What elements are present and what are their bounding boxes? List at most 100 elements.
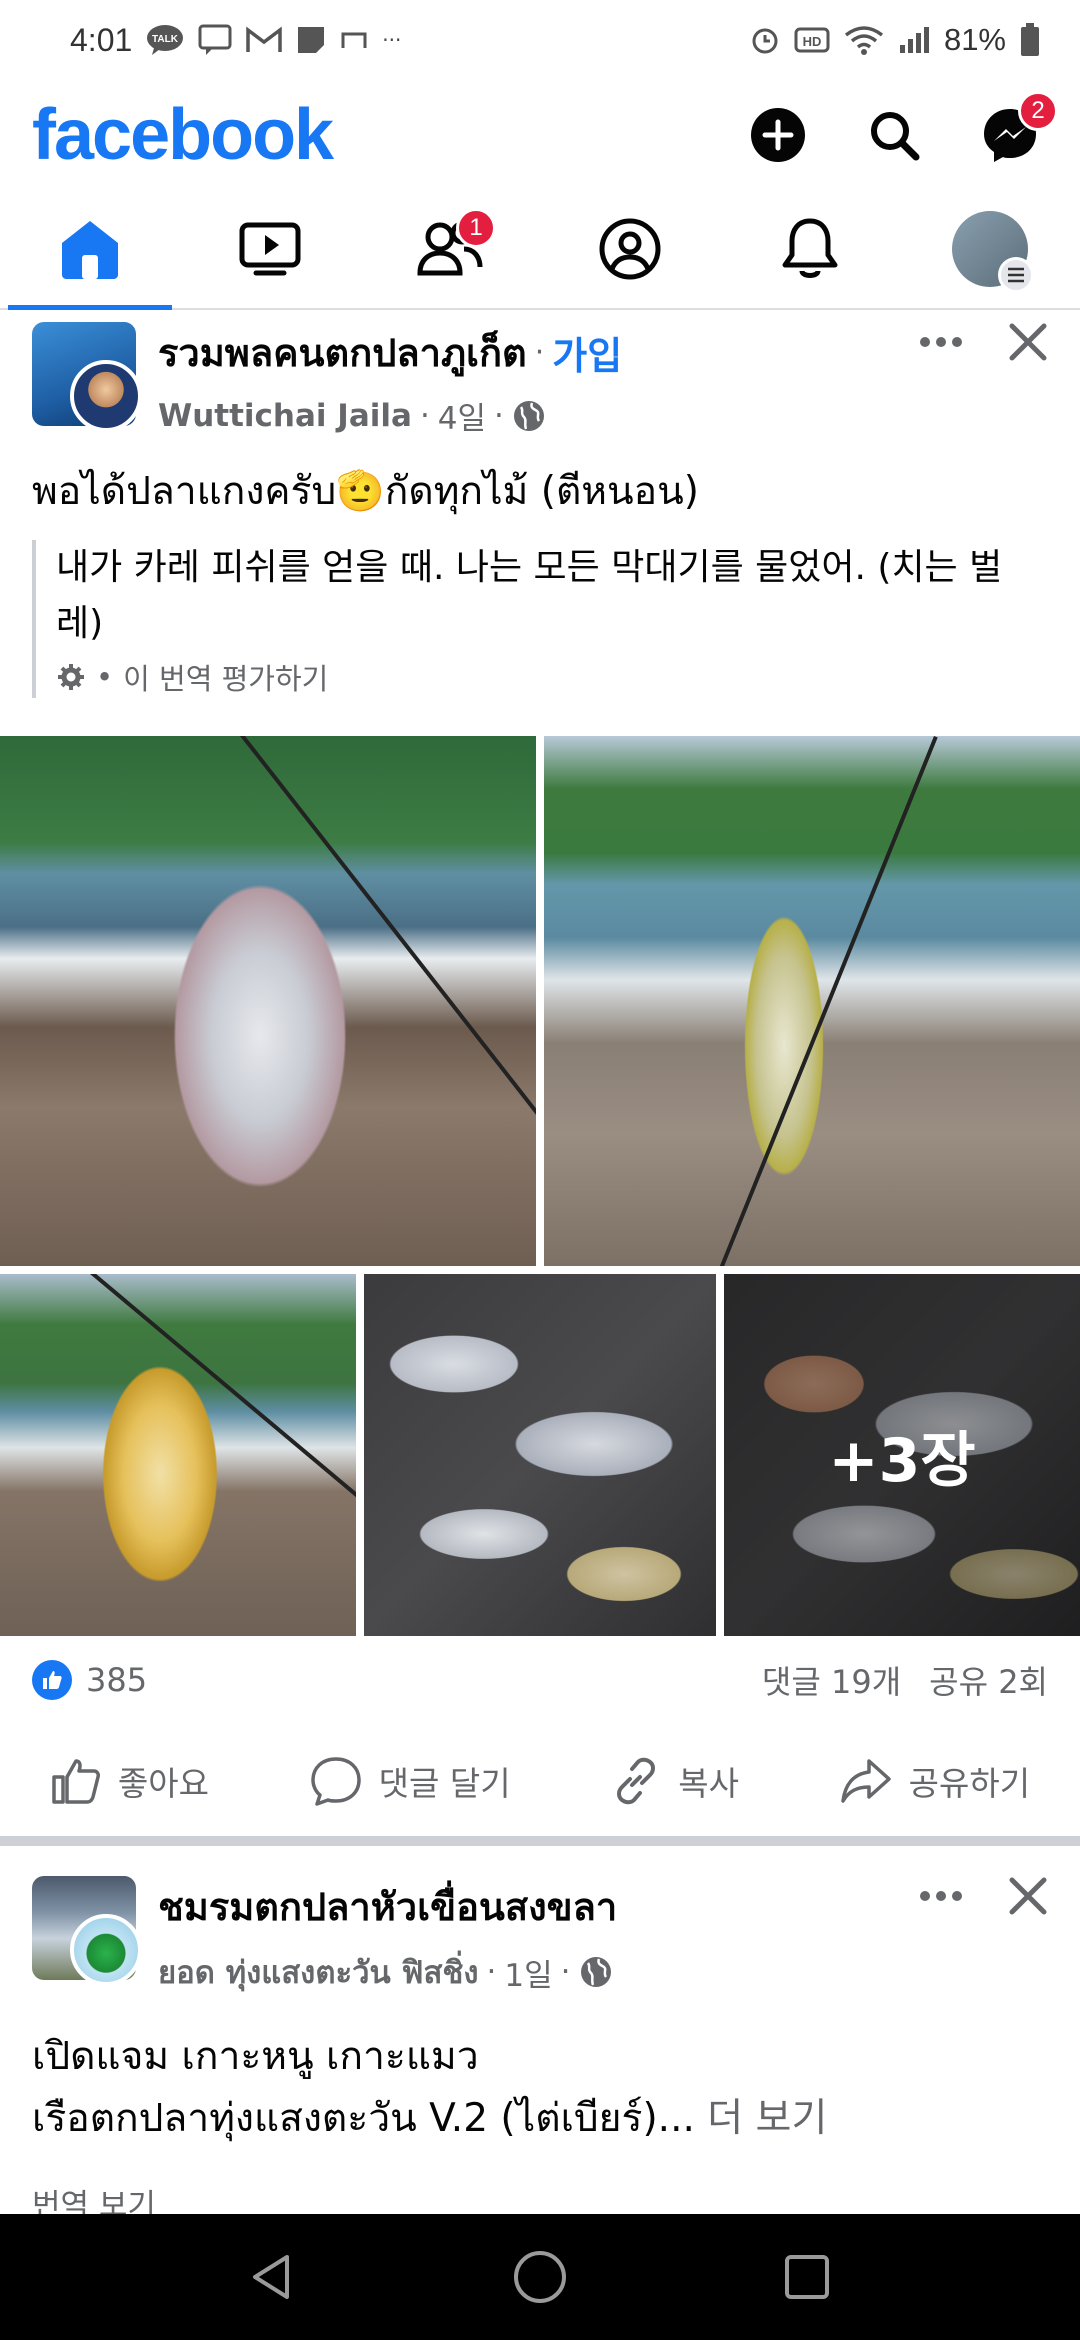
main-tabs: 1 [0,190,1080,310]
more-options-icon[interactable] [918,1889,964,1903]
battery-icon [1020,23,1040,57]
post-text-line: เปิดแจม เกาะหนู เกาะแมว [32,2034,479,2079]
comment-label: 댓글 달기 [378,1764,511,1803]
plus-icon [751,108,805,162]
recents-icon[interactable] [779,2249,835,2305]
screen-icon [340,30,368,50]
talk-icon: TALK [146,24,184,56]
author-name[interactable]: Wuttichai Jaila [158,398,412,434]
like-count[interactable]: 385 [86,1661,147,1699]
separator: • [96,660,114,694]
svg-text:HD: HD [803,34,822,49]
friends-badge: 1 [456,208,496,248]
see-more-link[interactable]: 더 보기 [707,2096,827,2141]
group-avatar[interactable] [32,322,142,432]
tab-home[interactable] [0,190,180,310]
share-icon [840,1759,891,1803]
gmail-icon [246,26,283,54]
search-icon [871,112,920,161]
system-nav-bar [0,2214,1080,2340]
tab-video[interactable] [180,190,360,308]
group-avatar[interactable] [32,1876,142,1986]
facebook-logo[interactable]: facebook [32,94,334,176]
create-button[interactable] [740,97,816,173]
status-bar: 4:01 TALK ··· HD 81% [0,0,1080,80]
reaction-summary: 385 댓글 19개 공유 2회 [32,1652,1048,1708]
rate-translation-link[interactable]: 이 번역 평가하기 [123,656,328,698]
more-options-icon[interactable] [918,335,964,349]
photo-2[interactable] [544,736,1080,1266]
share-button[interactable]: 공유하기 [839,1755,1030,1807]
alarm-icon [750,25,780,55]
status-time: 4:01 [70,21,133,58]
tab-friends[interactable]: 1 [360,190,540,308]
battery-percent: 81% [943,22,1006,57]
note-icon [296,25,326,55]
post-text-part: กัดทุกไม้ (ตีหนอน) [384,469,699,514]
author-name[interactable]: ยอด ทุ่งแสงตะวัน ฟิสชิ่ง [158,1947,479,1997]
separator: · [494,397,504,434]
tab-menu[interactable] [900,190,1080,308]
separator: · [560,1954,571,1990]
translated-text: 내가 카레 피쉬를 얻을 때. 나는 모든 막대기를 물었어. (치는 벌레) [56,547,1003,644]
photo-1[interactable] [0,736,536,1266]
chat-icon [198,24,232,56]
comment-icon [310,1757,361,1806]
close-icon[interactable] [1008,322,1048,362]
search-button[interactable] [856,97,932,173]
post-age[interactable]: 4일 [438,393,486,438]
comment-count[interactable]: 댓글 19개 [762,1657,901,1703]
like-button[interactable]: 좋아요 [50,1755,209,1807]
group-name[interactable]: ชมรมตกปลาหัวเขื่อนสงขลา [158,1876,617,1937]
profile-icon [599,218,661,280]
post-header: ชมรมตกปลาหัวเขื่อนสงขลา ยอด ทุ่งแสงตะวัน… [32,1876,1048,1994]
emoji: 🫡 [336,469,385,514]
photo-4[interactable] [364,1274,716,1636]
post-divider [0,1836,1080,1846]
photo-5[interactable]: +3장 [724,1274,1080,1636]
post-header: รวมพลคนตกปลาภูเก็ต · 가입 Wuttichai Jaila … [32,322,1048,437]
link-icon [617,1757,656,1805]
comment-button[interactable]: 댓글 달기 [309,1755,511,1807]
home-icon [62,221,118,279]
translation-block: 내가 카레 피쉬를 얻을 때. 나는 모든 막대기를 물었어. (치는 벌레) … [32,540,1048,698]
separator: · [534,335,545,370]
app-header: facebook 2 [0,80,1080,190]
more-photos-count: +3장 [724,1274,1080,1636]
wifi-icon [844,25,884,55]
like-label: 좋아요 [117,1764,209,1803]
more-notifications-icon: ··· [382,28,402,52]
photo-3[interactable] [0,1274,356,1636]
group-name[interactable]: รวมพลคนตกปลาภูเก็ต [158,322,527,383]
hd-icon: HD [794,26,830,54]
like-reaction-icon [32,1660,72,1700]
home-circle-icon[interactable] [511,2248,569,2306]
globe-icon [513,400,544,431]
post-text: เปิดแจม เกาะหนู เกาะแมว เรือตกปลาทุ่งแสง… [32,2026,1048,2150]
post-text-part: พอได้ปลาแกงครับ [32,469,337,514]
join-button[interactable]: 가입 [552,325,622,380]
messenger-button[interactable]: 2 [972,91,1058,173]
messenger-badge: 2 [1018,91,1058,131]
tab-notifications[interactable] [720,190,900,308]
share-count[interactable]: 공유 2회 [929,1657,1048,1703]
copy-label: 복사 [678,1764,739,1803]
bell-icon [782,218,838,278]
menu-icon [998,257,1034,293]
author-avatar[interactable] [70,360,142,432]
globe-icon [580,1957,611,1987]
author-avatar[interactable] [70,1914,142,1986]
separator: · [486,1954,497,1990]
tab-profile[interactable] [540,190,720,308]
gear-icon[interactable] [56,662,86,692]
post-actions: 좋아요 댓글 달기 복사 공유하기 [0,1738,1080,1824]
back-icon[interactable] [245,2249,301,2305]
post-text: พอได้ปลาแกงครับ🫡กัดทุกไม้ (ตีหนอน) [32,460,1048,522]
post-age[interactable]: 1일 [504,1950,552,1995]
signal-icon [898,25,930,55]
close-icon[interactable] [1008,1876,1048,1916]
post-text-line: เรือตกปลาทุ่งแสงตะวัน V.2 (ไต่เบียร์)... [32,2096,695,2141]
thumbs-up-icon [52,1759,100,1804]
svg-text:TALK: TALK [152,34,179,45]
copy-link-button[interactable]: 복사 [610,1755,739,1807]
